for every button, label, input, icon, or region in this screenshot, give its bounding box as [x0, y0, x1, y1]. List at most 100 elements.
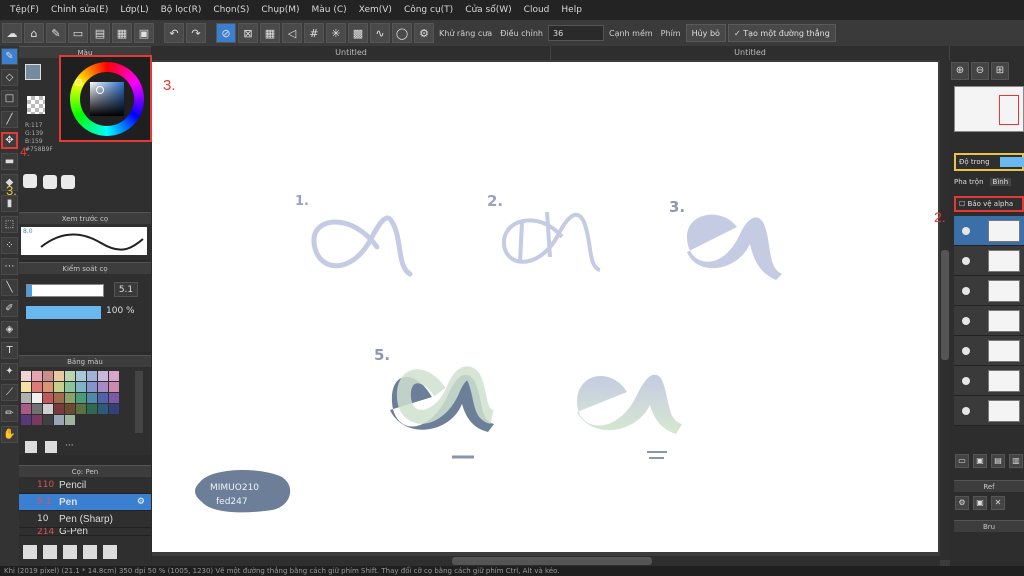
opacity-slider[interactable] — [26, 306, 101, 319]
zoom-in-icon[interactable]: ⊕ — [951, 62, 969, 80]
menu-color[interactable]: Màu (C) — [306, 5, 353, 15]
eye-icon[interactable] — [962, 377, 970, 385]
layer-opacity-slider[interactable] — [1000, 157, 1024, 167]
brush-item-pen-sharp[interactable]: 10 Pen (Sharp) — [19, 511, 151, 528]
palette-swatch[interactable] — [65, 415, 75, 425]
more-icon[interactable]: ··· — [65, 441, 74, 451]
pen-tool-icon[interactable]: ✎ — [1, 48, 18, 65]
palette-swatch[interactable] — [32, 382, 42, 392]
gear-icon[interactable]: ⚙ — [414, 23, 434, 43]
hand-tool-icon[interactable]: ✋ — [1, 426, 18, 443]
lock-icon[interactable]: ⌂ — [24, 23, 44, 43]
zoom-out-icon[interactable]: ⊖ — [971, 62, 989, 80]
copy-layer-icon[interactable]: ▤ — [991, 454, 1005, 468]
correction-select[interactable]: 36 — [547, 25, 604, 41]
palette-swatch[interactable] — [109, 393, 119, 403]
transparent-swatch[interactable] — [27, 96, 45, 114]
palette-swatch[interactable] — [65, 382, 75, 392]
rect-select-icon[interactable]: □ — [1, 90, 18, 107]
merge-layer-icon[interactable]: ▥ — [1009, 454, 1023, 468]
folder-icon[interactable]: ▣ — [134, 23, 154, 43]
brush-item-gpen[interactable]: 214 G-Pen — [19, 528, 151, 536]
protect-alpha-checkbox[interactable]: ☐ Bảo vệ alpha — [954, 196, 1024, 212]
brush-item-pencil[interactable]: 110 Pencil — [19, 477, 151, 494]
palette-swatch[interactable] — [32, 415, 42, 425]
size-slider[interactable] — [26, 284, 104, 297]
file-icon[interactable]: ▤ — [90, 23, 110, 43]
palette-swatch[interactable] — [32, 371, 42, 381]
eye-icon[interactable] — [962, 227, 970, 235]
pencil-tool-icon[interactable]: ✐ — [1, 300, 18, 317]
menu-edit[interactable]: Chỉnh sửa(E) — [45, 5, 114, 15]
eye-icon[interactable] — [962, 317, 970, 325]
layer-item[interactable] — [954, 246, 1024, 276]
horizontal-scrollbar[interactable] — [152, 556, 940, 566]
menu-capture[interactable]: Chụp(M) — [255, 5, 305, 15]
blend-mode-select[interactable]: Bình — [989, 178, 1012, 186]
menu-layer[interactable]: Lớp(L) — [114, 5, 154, 15]
fill-tool-icon[interactable]: ▬ — [1, 153, 18, 170]
tool-c-icon[interactable] — [61, 175, 75, 189]
circle-icon[interactable]: ◯ — [392, 23, 412, 43]
redo-icon[interactable]: ↷ — [186, 23, 206, 43]
soft-edge-label[interactable]: Cạnh mềm — [606, 29, 656, 38]
antialias-label[interactable]: Khử răng cưa — [436, 29, 495, 38]
palette-swatch[interactable] — [87, 371, 97, 381]
add-brush-icon[interactable] — [23, 545, 37, 559]
palette-swatch[interactable] — [87, 382, 97, 392]
new-layer-icon[interactable]: ▭ — [955, 454, 969, 468]
brush-item-pen[interactable]: 5.1 Pen ⚙ — [19, 494, 151, 511]
gear-icon[interactable]: ⚙ — [137, 497, 145, 507]
palette-swatch[interactable] — [87, 404, 97, 414]
eye-icon[interactable] — [962, 407, 970, 415]
eraser-alt-icon[interactable]: ◈ — [1, 321, 18, 338]
palette-swatch[interactable] — [43, 404, 53, 414]
layer-item[interactable] — [954, 306, 1024, 336]
palette-swatch[interactable] — [54, 371, 64, 381]
layer-item[interactable] — [954, 216, 1024, 246]
copy-brush-icon[interactable] — [43, 545, 57, 559]
snap-grid-icon[interactable]: # — [304, 23, 324, 43]
tab-untitled-1[interactable]: Untitled — [152, 46, 551, 60]
opacity-row[interactable]: Độ trong — [954, 153, 1024, 171]
palette-swatch[interactable] — [98, 393, 108, 403]
palette-swatch[interactable] — [54, 382, 64, 392]
brush-tool-icon[interactable]: ╱ — [1, 111, 18, 128]
eye-icon[interactable] — [962, 257, 970, 265]
palette-swatch[interactable] — [21, 404, 31, 414]
folder-open-icon[interactable]: ▣ — [973, 496, 987, 510]
flip-icon[interactable]: ◁ — [282, 23, 302, 43]
palette-swatch[interactable] — [76, 404, 86, 414]
palette-swatch[interactable] — [109, 382, 119, 392]
snap-icon[interactable]: ✳ — [326, 23, 346, 43]
palette-swatch[interactable] — [76, 393, 86, 403]
palette-swatch[interactable] — [98, 371, 108, 381]
straight-line-button[interactable]: ✓ Tạo một đường thẳng — [727, 24, 836, 42]
fit-icon[interactable]: ⊞ — [991, 62, 1009, 80]
palette-swatch[interactable] — [109, 371, 119, 381]
palette-swatch[interactable] — [65, 371, 75, 381]
layer-item[interactable] — [954, 336, 1024, 366]
deselect-icon[interactable]: ⊠ — [238, 23, 258, 43]
grid-icon[interactable]: ▦ — [112, 23, 132, 43]
text-tool-icon[interactable]: T — [1, 342, 18, 359]
layer-item[interactable] — [954, 366, 1024, 396]
menu-filter[interactable]: Bộ lọc(R) — [155, 5, 208, 15]
menu-tools[interactable]: Công cụ(T) — [398, 5, 459, 15]
palette-swatch[interactable] — [21, 382, 31, 392]
brush-icon[interactable]: ✎ — [46, 23, 66, 43]
palette-scrollbar[interactable] — [135, 371, 143, 433]
new-doc-icon[interactable] — [25, 441, 37, 453]
palette-swatch[interactable] — [87, 393, 97, 403]
main-color-swatch[interactable] — [25, 64, 41, 80]
palette-swatch[interactable] — [65, 393, 75, 403]
palette-swatch[interactable] — [98, 382, 108, 392]
tool-b-icon[interactable] — [43, 175, 57, 189]
menu-select[interactable]: Chọn(S) — [207, 5, 255, 15]
eye-icon[interactable] — [962, 287, 970, 295]
menu-help[interactable]: Help — [555, 5, 588, 15]
new-folder-icon[interactable]: ▣ — [973, 454, 987, 468]
palette-swatch[interactable] — [43, 415, 53, 425]
select-none-icon[interactable]: ⊘ — [216, 23, 236, 43]
palette-swatch[interactable] — [76, 371, 86, 381]
